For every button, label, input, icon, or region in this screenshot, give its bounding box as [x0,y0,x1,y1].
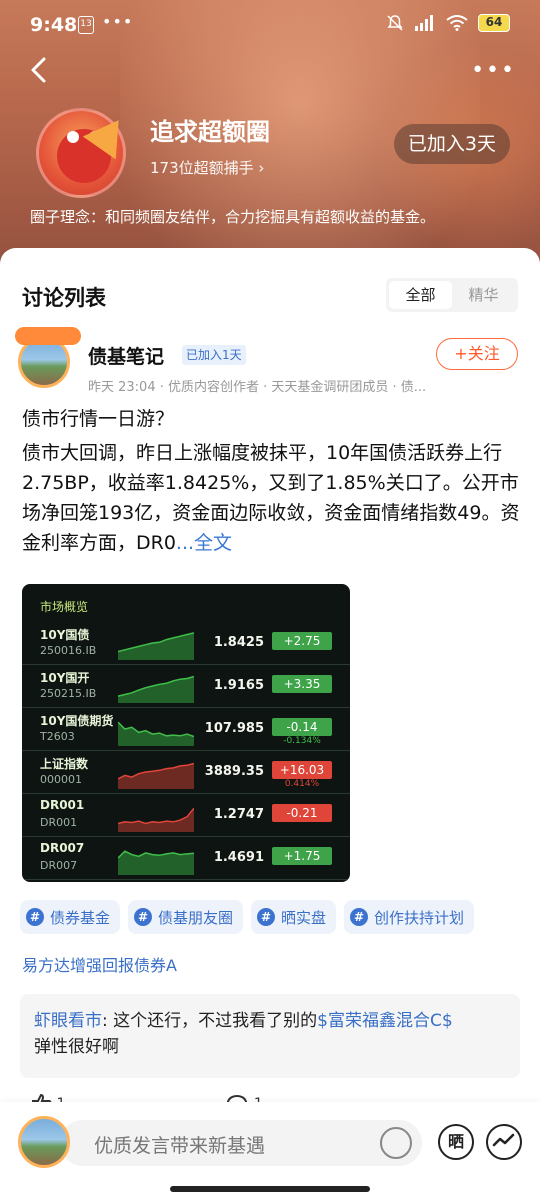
comment-input-placeholder: 优质发言带来新基遇 [94,1135,266,1157]
market-row: 10Y国债 250016.IB 1.8425 +2.75 [22,622,350,665]
circle-title: 追求超额圈 [150,118,270,146]
post-meta: 昨天 23:04 · 优质内容创作者 · 天天基金调研团成员 · 债... [88,380,427,395]
market-name: 10Y国债 [40,628,90,642]
status-time: 9:48 [30,14,78,36]
comment-text-2: 弹性很好啊 [34,1037,119,1057]
market-code: DR007 [40,859,78,872]
bottom-input-bar: 优质发言带来新基遇 晒 [0,1102,540,1200]
market-value: 1.4691 [213,850,264,865]
market-overview-title: 市场概览 [40,600,89,614]
market-change: +1.75 [272,847,332,865]
market-name: DR007 [40,841,85,855]
sparkline [118,675,194,703]
market-code: 250215.IB [40,687,97,700]
sparkline [118,850,194,875]
post-body[interactable]: 债市大回调，昨日上涨幅度被抹平，10年国债活跃券上行2.75BP，收益率1.84… [22,438,522,558]
post-body-text: 债市大回调，昨日上涨幅度被抹平，10年国债活跃券上行2.75BP，收益率1.84… [22,442,520,554]
market-row: 10Y国债期货 T2603 107.985 -0.14 -0.134% [22,708,350,751]
more-options-icon[interactable]: ••• [471,58,516,83]
hashtag-icon: # [257,908,276,926]
filter-toggle: 全部 精华 [386,278,518,312]
sparkline [118,807,194,832]
filter-featured[interactable]: 精华 [452,281,515,309]
market-change: +3.35 [272,675,332,693]
discussion-panel: 讨论列表 全部 精华 债基笔记 已加入1天 +关注 昨天 23:04 · 优质内… [0,248,540,1200]
tag-bond-fund[interactable]: # 债券基金 [20,900,121,934]
market-change: +2.75 [272,632,332,650]
post-title[interactable]: 债市行情一日游？ [22,404,174,431]
discussion-list-title: 讨论列表 [22,286,106,310]
follow-button[interactable]: +关注 [436,338,518,370]
sparkline [118,721,194,746]
topic-tags: # 债券基金 # 债基朋友圈 # 晒实盘 # 创作扶持计划 [20,900,475,934]
market-name: DR001 [40,798,85,812]
market-change: +16.03 [272,761,332,779]
status-bar: 9:48 13 ••• 64 [0,0,540,50]
market-value: 3889.35 [204,764,264,779]
show-holdings-button[interactable]: 晒 [438,1124,474,1160]
comment-user[interactable]: 虾眼看市 [34,1011,102,1031]
market-change: -0.14 [272,718,332,736]
market-change-pct: 0.414% [284,779,320,789]
joined-status-button[interactable]: 已加入3天 [393,124,510,164]
market-name: 10Y国开 [40,671,90,685]
market-overview-image[interactable]: 市场概览 10Y国债 250016.IB 1.8425 +2.75 10Y国开 25021… [22,584,350,882]
market-row: DR001 DR001 1.2747 -0.21 [22,794,350,837]
my-avatar[interactable] [18,1116,70,1168]
more-notifications-icon: ••• [102,12,134,31]
circle-avatar[interactable] [36,108,136,198]
circle-philosophy: 圈子理念：和同频圈友结伴，合力挖掘具有超额收益的基金。 [30,208,436,226]
market-row: 上证指数 000001 3889.35 +16.03 0.414% [22,751,350,794]
comment-text: : 这个还行，不过我看了别的 [102,1011,318,1031]
market-value: 1.2747 [213,807,264,822]
tag-bond-friends[interactable]: # 债基朋友圈 [128,900,244,934]
market-name: 10Y国债期货 [40,714,114,728]
market-value: 1.8425 [213,635,264,650]
circle-members-link[interactable]: 173位超额捕手 › [150,157,264,178]
notification-icon: 13 [78,16,94,34]
sparkline [118,762,194,789]
author-avatar[interactable] [15,327,81,388]
market-code: DR001 [40,816,78,829]
tag-show-holdings[interactable]: # 晒实盘 [251,900,337,934]
market-value: 107.985 [204,721,264,736]
market-row: 10Y国开 250215.IB 1.9165 +3.35 [22,665,350,708]
market-name: 上证指数 [40,757,89,771]
market-code: 250016.IB [40,644,97,657]
hashtag-icon: # [350,908,369,926]
comment-preview[interactable]: 虾眼看市: 这个还行，不过我看了别的$富荣福鑫混合C$ 弹性很好啊 [20,994,520,1078]
market-code: T2603 [40,730,75,743]
comment-fund-link[interactable]: $富荣福鑫混合C$ [317,1011,453,1031]
signal-icon [415,15,433,31]
market-change: -0.21 [272,804,332,822]
read-more-link[interactable]: ...全文 [176,532,232,554]
back-arrow-icon[interactable] [26,56,54,84]
author-joined-tag: 已加入1天 [182,345,246,365]
filter-all[interactable]: 全部 [389,281,452,309]
emoji-icon[interactable] [380,1127,412,1159]
hashtag-icon: # [26,908,44,926]
tag-creator-support[interactable]: # 创作扶持计划 [344,900,475,934]
hashtag-icon: # [134,908,153,926]
home-indicator [170,1186,370,1192]
sparkline [118,632,194,660]
battery-icon: 64 [478,14,510,32]
related-fund-link[interactable]: 易方达增强回报债券A [22,952,177,976]
market-value: 1.9165 [213,678,264,693]
mute-icon [387,15,403,31]
author-name[interactable]: 债基笔记 [88,342,164,369]
comment-input[interactable]: 优质发言带来新基遇 [60,1120,422,1166]
trend-chart-icon[interactable] [486,1124,522,1160]
market-change-pct: -0.134% [283,736,321,746]
market-code: 000001 [40,773,82,786]
wifi-icon [446,15,468,31]
market-row: DR007 DR007 1.4691 +1.75 [22,837,350,880]
